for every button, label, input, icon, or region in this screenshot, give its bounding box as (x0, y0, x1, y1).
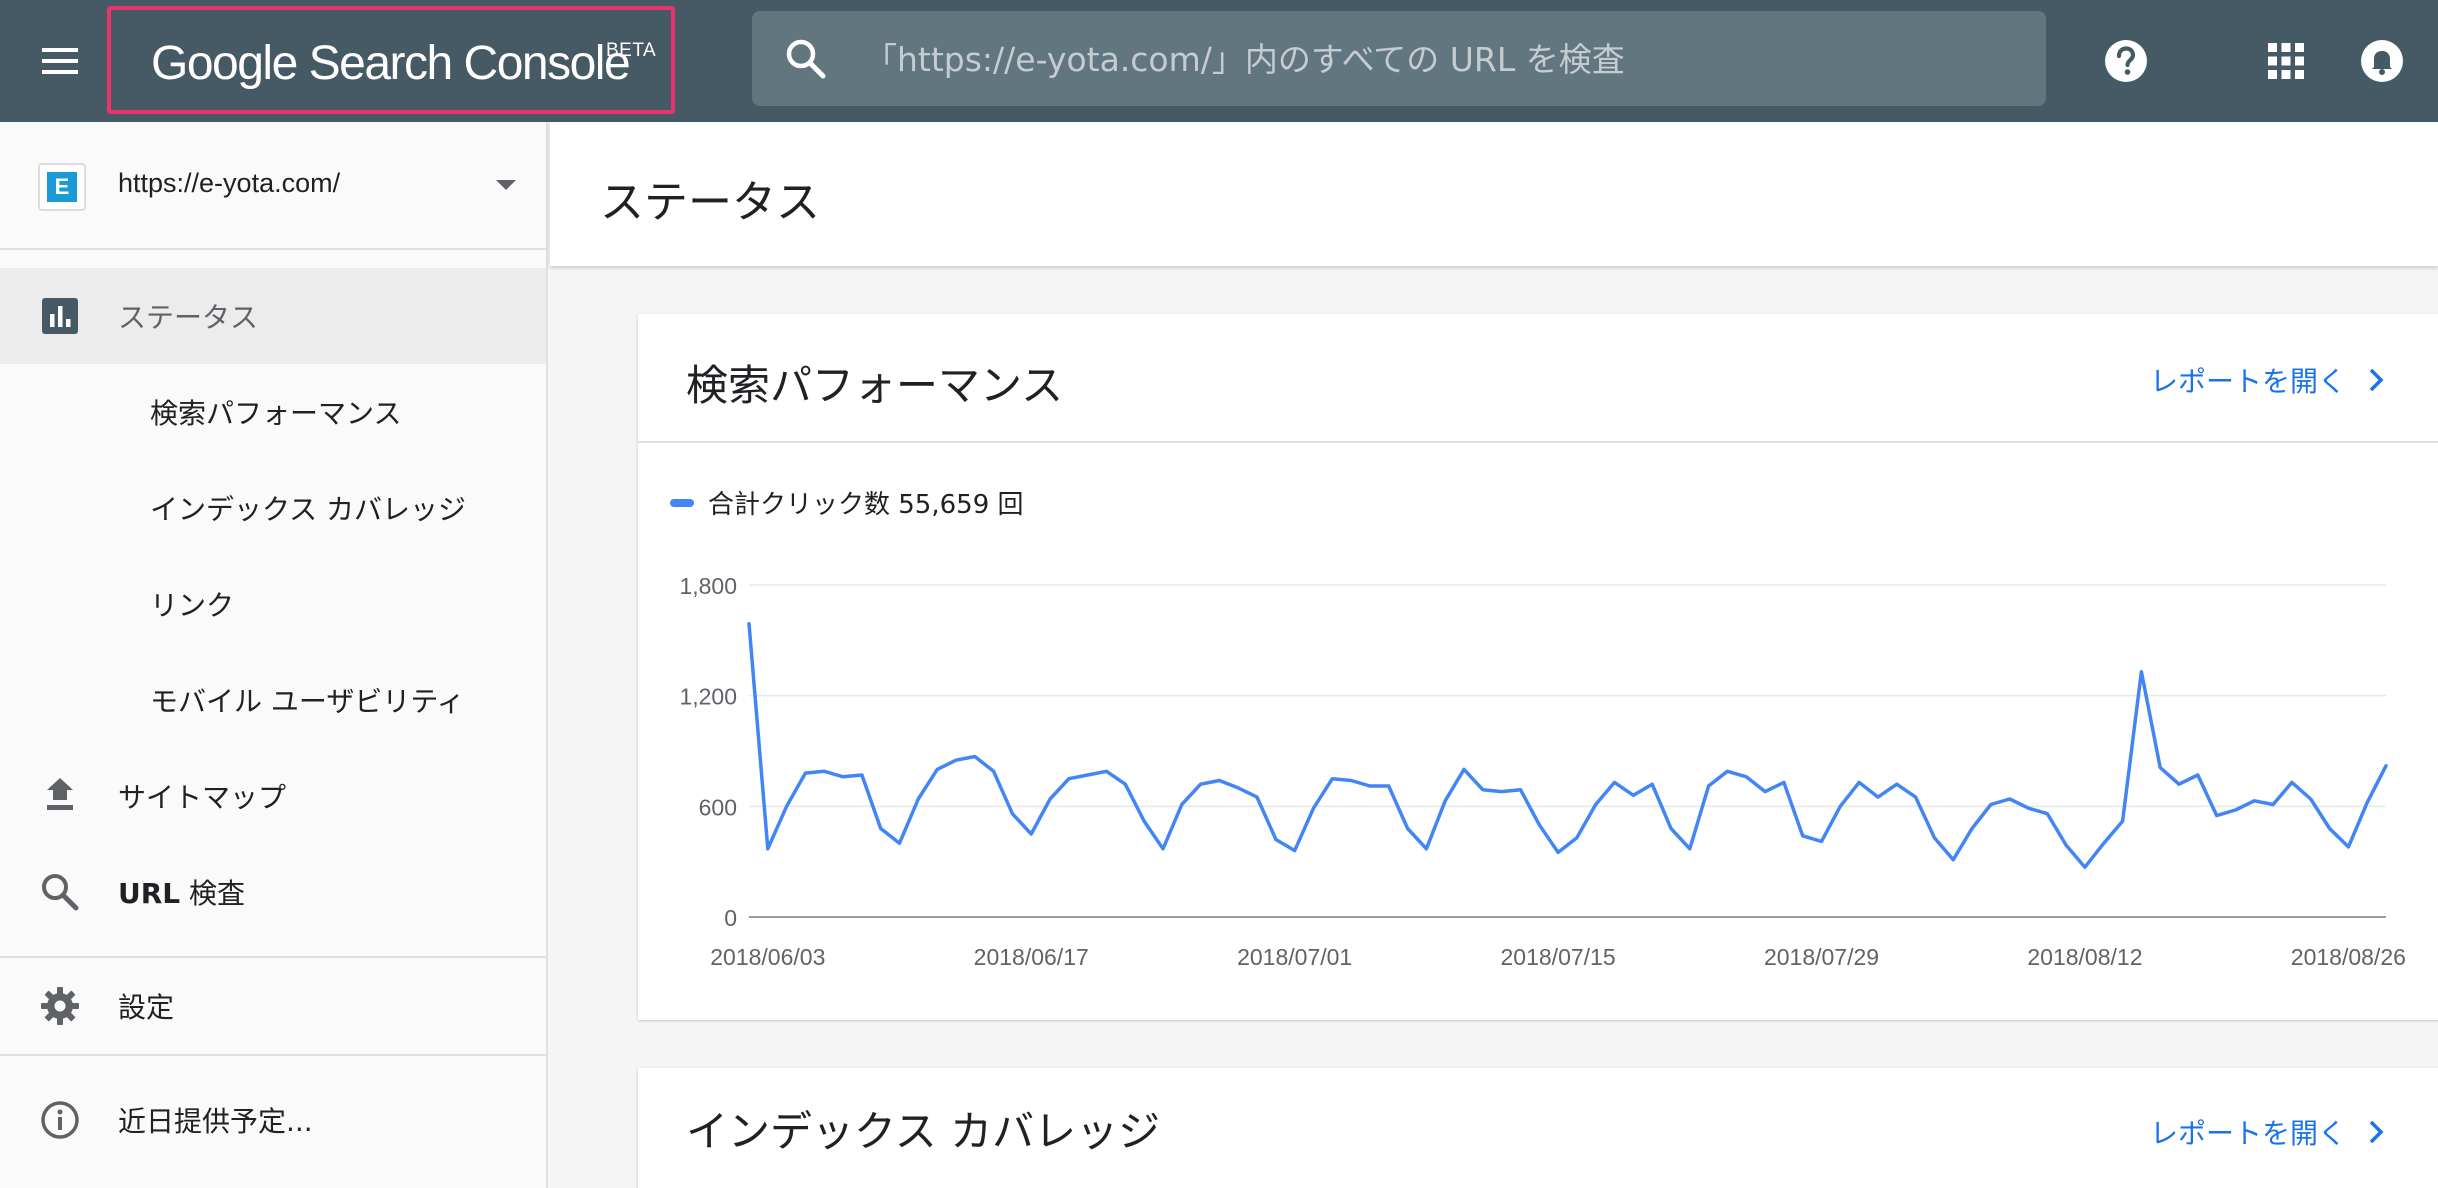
site-favicon: E (38, 163, 86, 211)
sidebar-item-performance[interactable]: 検索パフォーマンス (0, 364, 546, 460)
sidebar-item-mobile-usability[interactable]: モバイル ユーザビリティ (0, 652, 546, 748)
page-header: ステータス (550, 122, 2438, 266)
y-tick-label: 600 (699, 794, 737, 820)
upload-icon (47, 778, 73, 810)
performance-card: 検索パフォーマンス レポートを開く 合計クリック数 55,659 回 1,800… (638, 314, 2438, 1020)
sidebar-item-label: 近日提供予定... (118, 1105, 313, 1138)
sidebar-item-coming-soon[interactable]: 近日提供予定... (0, 1072, 546, 1168)
top-app-bar: Google Search Console BETA (0, 0, 2438, 122)
apps-icon (2268, 43, 2304, 79)
sidebar-item-label: 設定 (118, 991, 175, 1024)
x-tick-label: 2018/06/03 (710, 944, 825, 970)
dropdown-caret-icon (496, 180, 516, 190)
beta-badge: BETA (606, 40, 657, 61)
y-tick-label: 1,200 (679, 684, 737, 710)
info-icon (41, 1101, 79, 1139)
search-input[interactable] (864, 31, 2014, 87)
series-line-clicks (747, 621, 2388, 869)
property-url: https://e-yota.com/ (118, 168, 341, 198)
sidebar-item-label: サイトマップ (118, 781, 287, 814)
notifications-icon (2361, 40, 2403, 82)
bar-chart-icon (42, 298, 78, 334)
x-tick-label: 2018/06/17 (974, 944, 1089, 970)
property-selector[interactable]: E https://e-yota.com/ (0, 122, 546, 250)
search-icon (784, 37, 828, 81)
sidebar-item-label: ステータス (118, 301, 259, 334)
x-tick-label: 2018/07/29 (1764, 944, 1879, 970)
chevron-right-icon (2369, 1120, 2384, 1144)
apps-button[interactable] (2258, 33, 2314, 89)
menu-button[interactable] (28, 29, 92, 93)
logo-text: Google Search Console (151, 37, 631, 90)
url-inspection-search[interactable] (752, 11, 2046, 106)
index-coverage-card: インデックス カバレッジ レポートを開く (638, 1068, 2438, 1188)
sidebar-item-label: リンク (150, 589, 235, 622)
notifications-button[interactable] (2354, 33, 2410, 89)
sidebar-item-status[interactable]: ステータス (0, 268, 546, 364)
open-report-link[interactable]: レポートを開く (2150, 1112, 2384, 1152)
sidebar-item-label: モバイル ユーザビリティ (150, 685, 465, 718)
sidebar: E https://e-yota.com/ ステータス 検索パフォーマンス イン… (0, 122, 548, 1188)
clicks-line-chart: 1,800 1,200 600 0 2018/06/03 2018/06/17 2018/0… (679, 573, 2406, 970)
product-logo[interactable]: Google Search Console BETA (107, 6, 675, 114)
sidebar-item-settings[interactable]: 設定 (0, 958, 546, 1054)
x-tick-label: 2018/08/12 (2027, 944, 2142, 970)
sidebar-item-index-coverage[interactable]: インデックス カバレッジ (0, 460, 546, 556)
y-tick-label: 1,800 (679, 573, 737, 599)
menu-icon (42, 48, 78, 74)
help-button[interactable] (2098, 33, 2154, 89)
x-tick-label: 2018/07/15 (1501, 944, 1616, 970)
y-tick-label: 0 (724, 905, 737, 931)
card-title: インデックス カバレッジ (686, 1107, 1161, 1156)
sidebar-item-links[interactable]: リンク (0, 556, 546, 652)
sidebar-divider (0, 1054, 546, 1056)
sidebar-item-url-inspection[interactable]: URL 検査 (0, 844, 546, 940)
sidebar-item-label: インデックス カバレッジ (150, 493, 467, 526)
x-tick-label: 2018/08/26 (2291, 944, 2406, 970)
sidebar-item-sitemaps[interactable]: サイトマップ (0, 748, 546, 844)
sidebar-item-label: URL 検査 (118, 877, 246, 910)
gear-icon (41, 987, 79, 1025)
sidebar-item-label: 検索パフォーマンス (150, 397, 402, 430)
search-icon (42, 874, 79, 911)
help-icon (2105, 40, 2147, 82)
page-title: ステータス (600, 177, 820, 228)
x-tick-label: 2018/07/01 (1237, 944, 1352, 970)
